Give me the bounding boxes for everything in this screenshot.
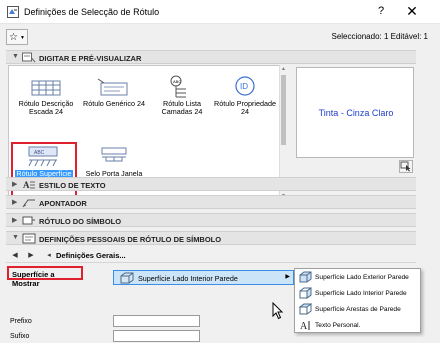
- gallery-item-property-label[interactable]: ID Rótulo Propriedade 24: [212, 72, 278, 127]
- symbol-label-icon: [22, 216, 35, 225]
- scroll-up-icon[interactable]: ▲: [281, 66, 286, 72]
- menu-item-custom-text[interactable]: A Texto Personal.: [296, 318, 420, 333]
- section-apontador[interactable]: ▶ APONTADOR: [6, 195, 416, 209]
- surface-label-icon: ABC: [28, 146, 58, 167]
- section-label: RÓTULO DO SÍMBOLO: [39, 217, 122, 226]
- wall-edges-surface-icon: [299, 303, 312, 315]
- prefix-input[interactable]: [113, 315, 200, 327]
- suffix-input[interactable]: [113, 330, 200, 342]
- preview-options-button[interactable]: [399, 160, 413, 173]
- star-icon: ☆: [9, 32, 18, 43]
- custom-text-icon: A: [300, 321, 310, 331]
- suffix-label: Sufixo: [10, 333, 30, 340]
- page-navigation-bar: ◀ ▶ ◂ Definições Gerais...: [6, 249, 416, 263]
- preview-cursor-icon: [400, 161, 411, 172]
- help-button[interactable]: ?: [374, 5, 388, 17]
- surface-dropdown-value: Superfície Lado Interior Parede: [138, 274, 238, 283]
- general-settings-label[interactable]: Definições Gerais...: [56, 251, 126, 260]
- gallery-item-label: Rótulo Genérico 24: [83, 99, 145, 108]
- scroll-thumb[interactable]: [281, 75, 286, 145]
- collapse-triangle-icon: ▼: [12, 234, 19, 241]
- page-menu-icon[interactable]: ◂: [42, 250, 56, 262]
- layer-list-label-icon: ABC: [170, 75, 186, 98]
- svg-text:ABC: ABC: [34, 150, 45, 156]
- label-preview: Tinta - Cinza Claro: [296, 67, 414, 158]
- gallery-item-stair-label[interactable]: Rótulo Descrição Escada 24: [13, 72, 79, 127]
- section-definicoes-pessoais[interactable]: ▼ DEFINIÇÕES PESSOAIS DE RÓTULO DE SÍMBO…: [6, 231, 416, 245]
- submenu-arrow-icon: ▶: [285, 274, 290, 280]
- app-icon: [7, 6, 19, 18]
- menu-item-label: Superfície Arestas de Parede: [315, 306, 401, 313]
- generic-label-icon: [97, 78, 128, 96]
- preview-text: Tinta - Cinza Claro: [318, 108, 394, 118]
- section-estilo-de-texto[interactable]: ▶ A ESTILO DE TEXTO: [6, 177, 416, 191]
- menu-item-exterior-wall-surface[interactable]: Superfície Lado Exterior Parede: [296, 270, 420, 285]
- previous-page-icon[interactable]: ◀: [8, 250, 22, 262]
- window-title: Definições de Selecção de Rótulo: [24, 7, 160, 17]
- surface-to-show-label: Superfície a Mostrar: [7, 266, 83, 288]
- dialog-body: ☆ ▼ Seleccionado: 1 Editável: 1 ▼ DIGITA…: [0, 24, 440, 343]
- section-label: APONTADOR: [39, 199, 87, 208]
- menu-item-label: Superfície Lado Interior Parede: [315, 290, 407, 297]
- svg-text:A: A: [300, 321, 308, 331]
- wall-surface-icon: [120, 272, 134, 284]
- section-digitar-e-pre-visualizar[interactable]: ▼ DIGITAR E PRÉ-VISUALIZAR: [6, 50, 416, 64]
- menu-item-label: Texto Personal.: [315, 322, 361, 329]
- gallery-item-label: Rótulo Descrição Escada 24: [18, 99, 74, 116]
- pointer-icon: [22, 199, 35, 208]
- menu-item-wall-edges-surface[interactable]: Superfície Arestas de Parede: [296, 302, 420, 317]
- dropdown-caret-icon: ▼: [20, 35, 25, 41]
- section-label: DIGITAR E PRÉ-VISUALIZAR: [39, 54, 142, 63]
- next-page-icon[interactable]: ▶: [24, 250, 38, 262]
- close-button[interactable]: ✕: [404, 3, 420, 20]
- section-label: ESTILO DE TEXTO: [39, 181, 106, 190]
- interior-wall-surface-icon: [299, 287, 312, 299]
- property-label-icon: ID: [235, 76, 255, 96]
- label-type-icon: [22, 52, 36, 63]
- svg-text:ID: ID: [240, 82, 248, 91]
- selection-info: Seleccionado: 1 Editável: 1: [331, 32, 428, 41]
- door-window-stamp-icon: [101, 147, 127, 162]
- text-style-icon: A: [23, 180, 35, 190]
- custom-settings-icon: [22, 233, 36, 244]
- title-bar: Definições de Selecção de Rótulo ? ✕: [0, 0, 440, 24]
- surface-submenu: Superfície Lado Exterior Parede Superfíc…: [294, 268, 421, 333]
- section-rotulo-do-simbolo[interactable]: ▶ RÓTULO DO SÍMBOLO: [6, 213, 416, 227]
- menu-item-label: Superfície Lado Exterior Parede: [315, 274, 409, 281]
- expand-triangle-icon: ▶: [12, 199, 18, 206]
- menu-item-interior-wall-surface[interactable]: Superfície Lado Interior Parede: [296, 286, 420, 301]
- expand-triangle-icon: ▶: [12, 181, 18, 188]
- gallery-item-label: Rótulo Propriedade 24: [214, 99, 276, 116]
- surface-dropdown[interactable]: Superfície Lado Interior Parede ▶: [113, 270, 294, 285]
- prefix-label: Prefixo: [10, 318, 32, 325]
- mouse-cursor-icon: [272, 302, 284, 320]
- gallery-item-layer-list-label[interactable]: ABC Rótulo Lista Camadas 24: [149, 72, 215, 127]
- svg-text:A: A: [23, 180, 30, 190]
- favorites-button[interactable]: ☆ ▼: [6, 29, 28, 45]
- gallery-item-label: Rótulo Lista Camadas 24: [161, 99, 203, 116]
- stair-label-icon: [31, 80, 61, 96]
- expand-triangle-icon: ▶: [12, 217, 18, 224]
- exterior-wall-surface-icon: [299, 271, 312, 283]
- gallery-item-generic-label[interactable]: Rótulo Genérico 24: [81, 72, 147, 127]
- svg-text:ABC: ABC: [173, 79, 181, 84]
- collapse-triangle-icon: ▼: [12, 53, 19, 60]
- section-label: DEFINIÇÕES PESSOAIS DE RÓTULO DE SÍMBOLO: [39, 235, 222, 244]
